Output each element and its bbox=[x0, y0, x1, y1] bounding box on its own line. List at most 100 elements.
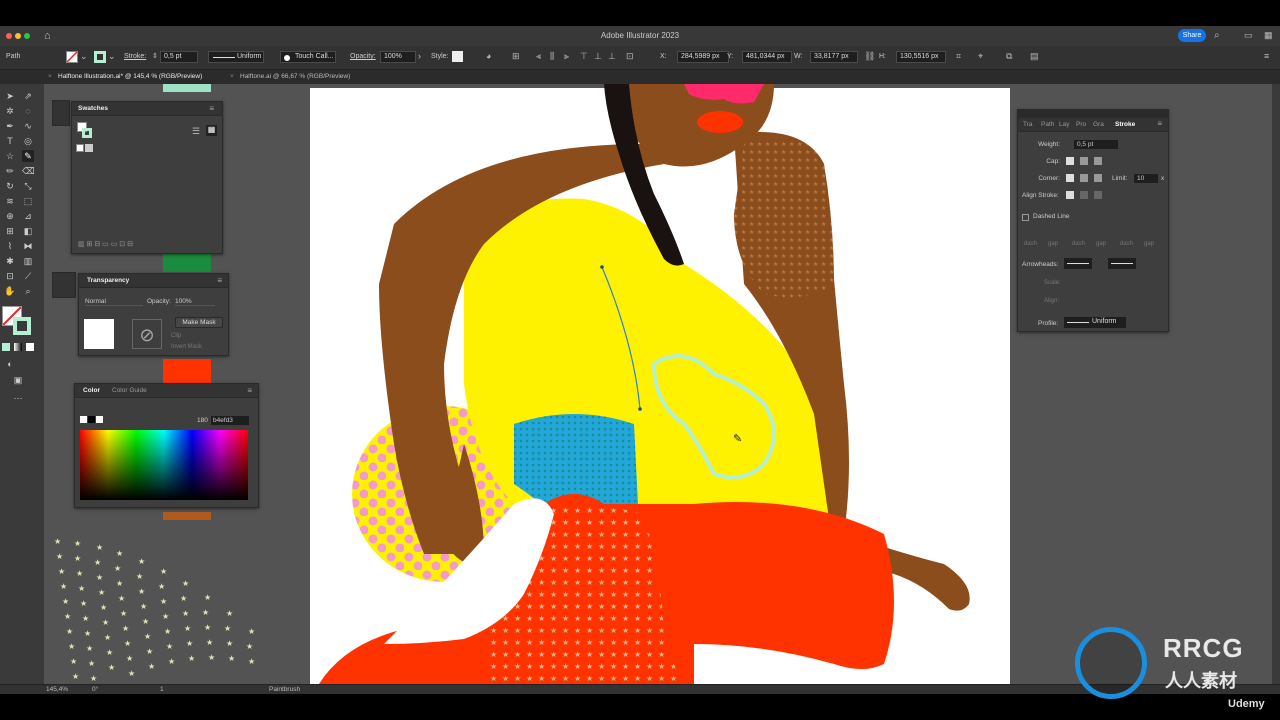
bevel-join-button[interactable] bbox=[1094, 174, 1102, 182]
blend-tool-icon[interactable]: ⧓ bbox=[22, 240, 34, 252]
opacity-field[interactable]: 100% bbox=[380, 51, 416, 63]
tab-pathfinder[interactable]: Path bbox=[1041, 121, 1054, 128]
workspace-icon[interactable]: ▦ bbox=[1264, 30, 1273, 41]
brush-definition[interactable]: Touch Call... bbox=[280, 51, 336, 63]
zoom-tool-icon[interactable]: ⌕ bbox=[22, 285, 34, 297]
x-field[interactable]: 284,5989 px bbox=[677, 51, 729, 63]
close-tab-icon[interactable]: × bbox=[48, 73, 52, 80]
stroke-weight-field[interactable]: 0,5 pt bbox=[160, 51, 198, 63]
scale-tool-icon[interactable]: ⤡ bbox=[22, 180, 34, 192]
butt-cap-button[interactable] bbox=[1066, 157, 1074, 165]
make-mask-button[interactable]: Make Mask bbox=[175, 317, 223, 328]
eyedropper-icon[interactable]: ⌇ bbox=[4, 240, 16, 252]
lasso-icon[interactable]: ◌ bbox=[22, 105, 34, 117]
none-color-button[interactable] bbox=[80, 416, 87, 423]
pen-tool-icon[interactable]: ✒ bbox=[4, 120, 16, 132]
rotate-tool-icon[interactable]: ↻ bbox=[4, 180, 16, 192]
tab-stroke[interactable]: Stroke bbox=[1115, 121, 1135, 128]
panel-menu-icon[interactable]: ≡ bbox=[247, 386, 252, 395]
miter-join-button[interactable] bbox=[1066, 174, 1074, 182]
hand-tool-icon[interactable]: ✋ bbox=[4, 285, 16, 297]
magic-wand-icon[interactable]: ✲ bbox=[4, 105, 16, 117]
round-join-button[interactable] bbox=[1080, 174, 1088, 182]
align-inside-stroke-button[interactable] bbox=[1080, 191, 1088, 199]
opacity-label[interactable]: Opacity: bbox=[350, 53, 376, 60]
transparency-panel-collapse[interactable] bbox=[52, 272, 76, 298]
vertical-scrollbar[interactable] bbox=[1272, 84, 1280, 684]
share-button[interactable]: Share bbox=[1178, 29, 1206, 42]
dashed-line-checkbox[interactable] bbox=[1022, 214, 1029, 221]
color-mode-button[interactable] bbox=[2, 343, 10, 351]
stepper-icon[interactable]: ⇕ bbox=[152, 52, 158, 60]
graph-tool-icon[interactable]: ▥ bbox=[22, 255, 34, 267]
transform-icon[interactable]: ⌗ bbox=[956, 51, 961, 62]
slice-tool-icon[interactable]: ⟋ bbox=[22, 270, 34, 282]
fill-swatch[interactable] bbox=[66, 51, 78, 63]
tab-color[interactable]: Color bbox=[83, 387, 100, 394]
reference-point-icon[interactable]: ⊡ bbox=[626, 51, 634, 62]
warp-tool-icon[interactable]: ≋ bbox=[4, 195, 16, 207]
list-view-icon[interactable]: ☰ bbox=[192, 126, 200, 137]
swatches-panel-collapse[interactable] bbox=[52, 100, 70, 126]
curvature-tool-icon[interactable]: ∿ bbox=[22, 120, 34, 132]
direct-selection-tool-icon[interactable]: ⇗ bbox=[22, 90, 34, 102]
y-field[interactable]: 481,0344 px bbox=[742, 51, 792, 63]
black-color-button[interactable] bbox=[88, 416, 95, 423]
none-mode-button[interactable] bbox=[26, 343, 34, 351]
projecting-cap-button[interactable] bbox=[1094, 157, 1102, 165]
pencil-tool-icon[interactable]: ✏ bbox=[4, 165, 16, 177]
search-icon[interactable]: ⌕ bbox=[1214, 30, 1220, 41]
close-tab-icon[interactable]: × bbox=[230, 73, 234, 80]
profile-select[interactable]: Uniform bbox=[1064, 317, 1126, 328]
star-tool-icon[interactable]: ☆ bbox=[4, 150, 16, 162]
symbol-sprayer-icon[interactable]: ✱ bbox=[4, 255, 16, 267]
recolor-icon[interactable]: ◕ bbox=[486, 51, 491, 61]
draw-mode-icon[interactable]: ◐ bbox=[4, 358, 16, 370]
more-options-icon[interactable]: ▤ bbox=[1030, 51, 1039, 62]
chevron-down-icon[interactable]: ⌄ bbox=[80, 51, 88, 62]
stroke-swatch[interactable] bbox=[82, 128, 92, 138]
align-center-icon[interactable]: ⫼ bbox=[550, 51, 554, 62]
opacity-field[interactable]: 100% bbox=[175, 298, 215, 306]
grid-view-icon[interactable]: ▦ bbox=[206, 125, 217, 136]
rotation-value[interactable]: 0° bbox=[92, 686, 98, 693]
screen-mode-icon[interactable]: ▣ bbox=[12, 374, 24, 386]
arrange-icon[interactable]: ⧉ bbox=[1006, 51, 1012, 62]
zoom-level[interactable]: 145,4% bbox=[46, 686, 68, 693]
tab-gradient[interactable]: Gra bbox=[1093, 121, 1104, 128]
swatches-footer-icons[interactable]: ▥ ⊞ ⊟ ▭ ▭ ⊡ ⊟ bbox=[78, 240, 133, 248]
clip-checkbox[interactable]: Clip bbox=[171, 333, 181, 339]
chevron-right-icon[interactable]: › bbox=[418, 51, 421, 61]
white-color-button[interactable] bbox=[96, 416, 103, 423]
more-tools-icon[interactable]: ⋯ bbox=[12, 392, 24, 404]
panel-menu-icon[interactable]: ≡ bbox=[1264, 51, 1269, 61]
panel-menu-icon[interactable]: ≡ bbox=[217, 276, 222, 285]
color-spectrum[interactable] bbox=[80, 430, 248, 500]
tab-properties[interactable]: Pro bbox=[1076, 121, 1086, 128]
link-icon[interactable]: ⛓ bbox=[864, 51, 875, 62]
transparency-title[interactable]: Transparency bbox=[87, 277, 129, 284]
chevron-down-icon[interactable]: ⌄ bbox=[108, 51, 116, 62]
align-outside-stroke-button[interactable] bbox=[1094, 191, 1102, 199]
align-right-icon[interactable]: ⫸ bbox=[564, 51, 569, 62]
none-swatch[interactable] bbox=[76, 144, 84, 152]
tab-halftone[interactable]: Halftone.ai @ 66,67 % (RGB/Preview) bbox=[240, 73, 350, 80]
align-top-icon[interactable]: ⊤ bbox=[580, 51, 588, 62]
blend-mode-select[interactable]: Normal bbox=[85, 298, 143, 306]
eraser-tool-icon[interactable]: ⌫ bbox=[22, 165, 35, 177]
variable-width-profile[interactable]: Uniform bbox=[208, 51, 264, 63]
start-arrowhead-select[interactable] bbox=[1064, 258, 1092, 269]
align-to-icon[interactable]: ⊞ bbox=[512, 51, 520, 62]
type-tool-icon[interactable]: T bbox=[4, 135, 16, 147]
graphic-style-swatch[interactable] bbox=[452, 51, 463, 62]
artboard-number[interactable]: 1 bbox=[160, 686, 164, 693]
spiral-tool-icon[interactable]: ◎ bbox=[22, 135, 34, 147]
hex-field[interactable]: b4efd3 bbox=[211, 416, 249, 425]
perspective-grid-icon[interactable]: ⊿ bbox=[22, 210, 34, 222]
mesh-tool-icon[interactable]: ⊞ bbox=[4, 225, 16, 237]
shape-builder-icon[interactable]: ⊕ bbox=[4, 210, 16, 222]
tab-halftone-illustration[interactable]: Halftone Illustration.ai* @ 145,4 % (RGB… bbox=[58, 73, 202, 80]
panel-menu-icon[interactable]: ≡ bbox=[1157, 119, 1162, 128]
swatches-title[interactable]: Swatches bbox=[78, 105, 108, 112]
invert-mask-checkbox[interactable]: Invert Mask bbox=[171, 344, 202, 350]
